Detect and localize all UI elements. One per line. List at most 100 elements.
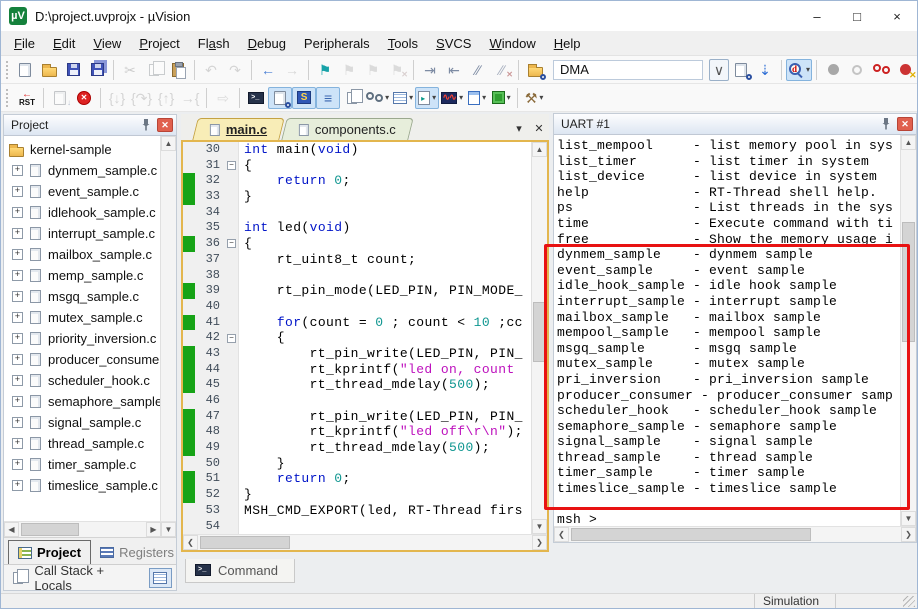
incremental-find-button[interactable]: ⇣ xyxy=(753,59,777,81)
call-stack-bar[interactable]: Call Stack + Locals xyxy=(4,563,176,593)
tab-registers[interactable]: Registers xyxy=(91,541,183,564)
disassembly-window-button[interactable] xyxy=(268,86,293,109)
uart-output[interactable]: list_mempool - list memory pool in sys l… xyxy=(554,135,900,526)
analysis-window-button[interactable]: ∿∿ ▾ xyxy=(439,87,465,109)
code-line[interactable]: 40 xyxy=(183,298,531,315)
redo-button[interactable]: ↷ xyxy=(223,59,247,81)
tree-item-scheduler-hook-c[interactable]: + scheduler_hook.c xyxy=(4,370,160,391)
navigate-forward-button[interactable]: → xyxy=(280,59,304,81)
code-line[interactable]: 51 return 0; xyxy=(183,471,531,488)
fold-margin[interactable] xyxy=(225,471,239,488)
kill-all-breakpoints-button[interactable]: ✕ xyxy=(893,59,917,81)
close-button[interactable]: × xyxy=(877,1,917,31)
search-combo[interactable]: DMA xyxy=(553,59,703,80)
scroll-right-icon[interactable]: ▶ xyxy=(146,522,161,537)
expand-icon[interactable]: + xyxy=(12,228,23,239)
code-line[interactable]: 38 xyxy=(183,267,531,284)
run-to-cursor-button[interactable]: →{ xyxy=(178,87,202,109)
scroll-down-icon[interactable]: ▼ xyxy=(901,511,916,526)
fold-margin[interactable] xyxy=(225,424,239,441)
expand-icon[interactable]: + xyxy=(12,396,23,407)
editor-horizontal-scrollbar[interactable]: ❮ ❯ xyxy=(183,534,547,550)
fold-margin[interactable] xyxy=(225,204,239,221)
expand-icon[interactable]: + xyxy=(12,249,23,260)
tree-item-mutex-sample-c[interactable]: + mutex_sample.c xyxy=(4,307,160,328)
scroll-right-icon[interactable]: ❯ xyxy=(901,527,916,542)
code-line[interactable]: 46 xyxy=(183,393,531,409)
expand-icon[interactable]: + xyxy=(12,438,23,449)
code-line[interactable]: 49 rt_thread_mdelay(500); xyxy=(183,440,531,456)
code-line[interactable]: 37 rt_uint8_t count; xyxy=(183,251,531,268)
menu-flash[interactable]: Flash xyxy=(189,33,239,54)
comment-selection-button[interactable]: ∕∕ xyxy=(466,59,490,81)
memory-window-button[interactable]: ▾ xyxy=(391,87,415,109)
resize-grip-icon[interactable] xyxy=(903,596,915,607)
serial-window-button[interactable]: ▾ xyxy=(415,86,440,109)
expand-icon[interactable]: + xyxy=(12,417,23,428)
code-line[interactable]: 41 for(count = 0 ; count < 10 ;cc xyxy=(183,314,531,331)
expand-icon[interactable]: + xyxy=(12,375,23,386)
toolbox-button[interactable]: ▾ xyxy=(489,87,513,109)
fold-margin[interactable] xyxy=(225,393,239,409)
scroll-up-icon[interactable]: ▲ xyxy=(901,135,916,150)
dropdown-caret-icon[interactable]: ▾ xyxy=(409,93,413,102)
fold-margin[interactable] xyxy=(225,487,239,503)
dropdown-caret-icon[interactable]: ▾ xyxy=(806,65,810,74)
step-button[interactable]: {↓} xyxy=(105,87,129,109)
fold-margin[interactable] xyxy=(225,189,239,205)
fold-margin[interactable]: − xyxy=(225,157,239,174)
toolbar-grip[interactable] xyxy=(6,88,10,107)
tab-main-c[interactable]: main.c xyxy=(192,118,285,140)
code-line[interactable]: 33} xyxy=(183,189,531,205)
run-button[interactable]: ↓ xyxy=(48,87,72,109)
expand-icon[interactable]: + xyxy=(12,312,23,323)
code-line[interactable]: 48 rt_kprintf("led off\r\n"); xyxy=(183,424,531,441)
cut-button[interactable]: ✂ xyxy=(118,59,142,81)
step-over-button[interactable]: {↷} xyxy=(129,87,154,109)
fold-margin[interactable]: − xyxy=(225,236,239,252)
scroll-left-icon[interactable]: ◀ xyxy=(4,522,19,537)
dropdown-caret-icon[interactable]: ▾ xyxy=(432,93,436,102)
editor-close-icon[interactable]: ✕ xyxy=(529,118,549,138)
scroll-down-icon[interactable]: ▼ xyxy=(161,522,176,537)
fold-margin[interactable] xyxy=(225,173,239,190)
dropdown-caret-icon[interactable]: ▾ xyxy=(482,93,486,102)
tab-project[interactable]: Project xyxy=(8,540,92,564)
disable-all-breakpoints-button[interactable] xyxy=(869,59,893,81)
start-stop-debug-session-button[interactable]: d ▾ xyxy=(786,58,813,81)
fold-collapse-icon[interactable]: − xyxy=(227,239,236,249)
code-line[interactable]: 54 xyxy=(183,518,531,534)
expand-icon[interactable]: + xyxy=(12,165,23,176)
editor-vertical-scrollbar[interactable]: ▲ ▼ xyxy=(531,142,547,534)
show-next-statement-button[interactable]: ⇨ xyxy=(211,87,235,109)
dropdown-caret-icon[interactable]: ▾ xyxy=(539,93,543,102)
menu-edit[interactable]: Edit xyxy=(44,33,84,54)
enable-breakpoint-button[interactable] xyxy=(845,59,869,81)
fold-margin[interactable] xyxy=(225,455,239,472)
fold-margin[interactable] xyxy=(225,440,239,456)
tree-root-kernel-sample[interactable]: kernel-sample xyxy=(4,139,160,160)
tab-command[interactable]: >_ Command xyxy=(185,558,295,583)
paste-button[interactable] xyxy=(166,59,190,81)
project-vertical-scrollbar[interactable]: ▲ xyxy=(160,136,176,521)
expand-icon[interactable]: + xyxy=(12,459,23,470)
save-button[interactable] xyxy=(61,59,85,81)
code-line[interactable]: 43 rt_pin_write(LED_PIN, PIN_ xyxy=(183,345,531,362)
tree-item-msgq-sample-c[interactable]: + msgq_sample.c xyxy=(4,286,160,307)
code-line[interactable]: 53 MSH_CMD_EXPORT(led, RT-Thread firs xyxy=(183,502,531,519)
save-all-button[interactable] xyxy=(85,59,109,81)
fold-margin[interactable] xyxy=(225,502,239,519)
tree-item-priority-inversion-c[interactable]: + priority_inversion.c xyxy=(4,328,160,349)
navigate-back-button[interactable]: ← xyxy=(256,59,280,81)
code-line[interactable]: 52} xyxy=(183,487,531,503)
open-file-button[interactable] xyxy=(37,59,61,81)
fold-margin[interactable] xyxy=(225,283,239,299)
code-line[interactable]: 30 int main(void) xyxy=(183,142,531,158)
fold-margin[interactable] xyxy=(225,361,239,378)
maximize-button[interactable]: □ xyxy=(837,1,877,31)
uart-vertical-scrollbar[interactable]: ▲ ▼ xyxy=(900,135,916,526)
outdent-button[interactable]: ⇤ xyxy=(442,59,466,81)
registers-window-button[interactable]: ≡ xyxy=(316,86,341,109)
expand-icon[interactable]: + xyxy=(12,291,23,302)
menu-project[interactable]: Project xyxy=(130,33,188,54)
